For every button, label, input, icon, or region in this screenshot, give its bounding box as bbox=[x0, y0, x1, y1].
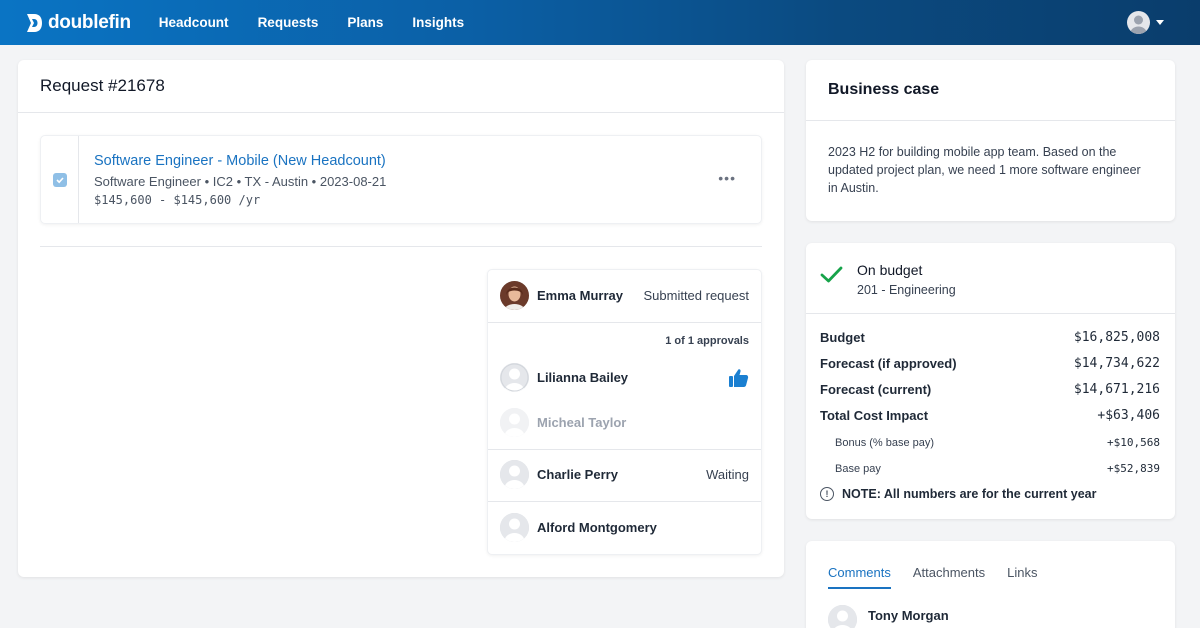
budget-label: Budget bbox=[820, 330, 865, 345]
approver-status: Waiting bbox=[706, 467, 749, 482]
budget-label: Forecast (current) bbox=[820, 382, 932, 397]
budget-header: On budget 201 - Engineering bbox=[806, 243, 1175, 314]
submitter-row: Emma Murray Submitted request bbox=[488, 281, 761, 310]
approver-name: Micheal Taylor bbox=[537, 415, 627, 430]
divider bbox=[488, 501, 761, 502]
avatar-emma-murray bbox=[500, 281, 529, 310]
business-case-header: Business case bbox=[806, 60, 1175, 121]
page-title: Request #21678 bbox=[40, 76, 165, 95]
thumbs-up-icon bbox=[729, 368, 749, 387]
nav-link-insights[interactable]: Insights bbox=[412, 15, 464, 30]
budget-label: Total Cost Impact bbox=[820, 408, 929, 423]
brand-logo[interactable]: doublefin bbox=[25, 12, 131, 34]
info-icon: ! bbox=[820, 487, 834, 501]
budget-label: Bonus (% base pay) bbox=[835, 436, 935, 449]
chevron-down-icon bbox=[1156, 20, 1164, 25]
approver-row: Lilianna Bailey bbox=[488, 363, 761, 392]
budget-value: +$10,568 bbox=[1107, 436, 1160, 449]
nav-link-requests[interactable]: Requests bbox=[258, 15, 319, 30]
position-title-link[interactable]: Software Engineer - Mobile (New Headcoun… bbox=[94, 153, 386, 169]
budget-label: Base pay bbox=[835, 462, 881, 475]
budget-card: On budget 201 - Engineering Budget $16,8… bbox=[806, 243, 1175, 519]
position-salary: $145,600 - $145,600 /yr bbox=[94, 193, 261, 207]
avatar-placeholder-icon bbox=[500, 408, 529, 437]
comments-tabs: Comments Attachments Links bbox=[828, 565, 1059, 589]
budget-department: 201 - Engineering bbox=[857, 283, 956, 297]
budget-status: On budget bbox=[857, 262, 923, 278]
avatar-placeholder-icon bbox=[828, 605, 857, 628]
approver-row: Alford Montgomery bbox=[488, 513, 761, 542]
budget-value: $14,734,622 bbox=[1073, 356, 1160, 371]
position-meta: Software Engineer • IC2 • TX - Austin • … bbox=[94, 174, 387, 189]
budget-row: Budget $16,825,008 bbox=[820, 330, 1160, 345]
budget-note: ! NOTE: All numbers are for the current … bbox=[820, 487, 1096, 501]
waiting-approver-row: Charlie Perry Waiting bbox=[488, 460, 761, 489]
budget-label: Forecast (if approved) bbox=[820, 356, 957, 371]
budget-note-text: NOTE: All numbers are for the current ye… bbox=[842, 487, 1097, 501]
check-icon bbox=[55, 176, 64, 183]
position-details: Software Engineer - Mobile (New Headcoun… bbox=[79, 136, 386, 223]
comment-item: Tony Morgan bbox=[828, 605, 949, 628]
budget-row: Forecast (if approved) $14,734,622 bbox=[820, 356, 1160, 371]
divider bbox=[40, 246, 762, 247]
approval-chain: Emma Murray Submitted request 1 of 1 app… bbox=[487, 269, 762, 555]
approver-row: Micheal Taylor bbox=[488, 408, 761, 437]
approver-name: Alford Montgomery bbox=[537, 520, 657, 535]
avatar-placeholder-icon bbox=[500, 513, 529, 542]
position-card[interactable]: Software Engineer - Mobile (New Headcoun… bbox=[40, 135, 762, 224]
brand-name: doublefin bbox=[48, 11, 131, 33]
budget-value: +$52,839 bbox=[1107, 462, 1160, 475]
nav-links: Headcount Requests Plans Insights bbox=[159, 15, 493, 30]
business-case-title: Business case bbox=[828, 81, 940, 98]
position-checkbox[interactable] bbox=[52, 172, 67, 187]
divider bbox=[488, 322, 761, 323]
budget-row: Forecast (current) $14,671,216 bbox=[820, 382, 1160, 397]
budget-row: Total Cost Impact +$63,406 bbox=[820, 408, 1160, 423]
approvals-count: 1 of 1 approvals bbox=[665, 335, 749, 347]
budget-subrow: Bonus (% base pay) +$10,568 bbox=[820, 436, 1160, 449]
budget-subrow: Base pay +$52,839 bbox=[820, 462, 1160, 475]
top-nav: doublefin Headcount Requests Plans Insig… bbox=[0, 0, 1200, 45]
divider bbox=[488, 449, 761, 450]
tab-attachments[interactable]: Attachments bbox=[913, 565, 985, 589]
request-header: Request #21678 bbox=[18, 60, 784, 113]
budget-value: +$63,406 bbox=[1097, 408, 1160, 423]
request-card: Request #21678 Software Engineer - Mobil… bbox=[18, 60, 784, 577]
approver-name: Lilianna Bailey bbox=[537, 370, 629, 385]
nav-link-headcount[interactable]: Headcount bbox=[159, 15, 229, 30]
checkmark-icon bbox=[820, 266, 843, 283]
comments-card: Comments Attachments Links Tony Morgan bbox=[806, 541, 1175, 628]
tab-comments[interactable]: Comments bbox=[828, 565, 891, 589]
position-select-column bbox=[41, 136, 79, 223]
comment-author: Tony Morgan bbox=[868, 608, 949, 623]
submitter-name: Emma Murray bbox=[537, 288, 623, 303]
budget-value: $14,671,216 bbox=[1073, 382, 1160, 397]
more-options-icon[interactable]: ••• bbox=[718, 170, 736, 186]
user-menu[interactable] bbox=[1127, 11, 1164, 34]
doublefin-logo-icon bbox=[27, 13, 42, 32]
budget-value: $16,825,008 bbox=[1073, 330, 1160, 345]
business-case-text: 2023 H2 for building mobile app team. Ba… bbox=[828, 145, 1141, 195]
avatar-placeholder-icon bbox=[500, 460, 529, 489]
user-avatar-icon bbox=[1127, 11, 1150, 34]
approver-name: Charlie Perry bbox=[537, 467, 618, 482]
avatar-placeholder-icon bbox=[500, 363, 529, 392]
business-case-card: Business case 2023 H2 for building mobil… bbox=[806, 60, 1175, 221]
tab-links[interactable]: Links bbox=[1007, 565, 1037, 589]
submitter-status: Submitted request bbox=[643, 288, 749, 303]
nav-link-plans[interactable]: Plans bbox=[347, 15, 383, 30]
